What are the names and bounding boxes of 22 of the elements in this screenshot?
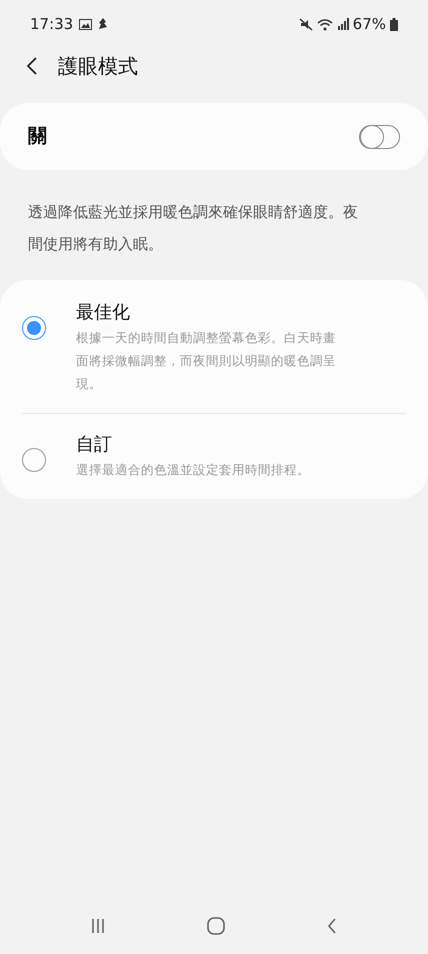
mute-icon: [298, 18, 313, 30]
status-time: 17:33: [30, 14, 74, 35]
recent-apps-icon[interactable]: [91, 918, 105, 934]
back-icon[interactable]: [26, 56, 38, 76]
switch-label: 關: [28, 124, 47, 150]
option-title: 自訂: [76, 433, 113, 457]
radio-button[interactable]: [22, 448, 46, 472]
battery-icon: [390, 18, 398, 30]
home-icon[interactable]: [207, 917, 225, 935]
switch-card[interactable]: 關: [0, 103, 428, 170]
toggle-switch[interactable]: [359, 124, 400, 148]
option-subtitle: 選擇最適合的色溫並設定套用時間排程。: [76, 461, 311, 479]
option-subtitle: 根據一天的時間自動調整螢幕色彩。白天時畫面將採微幅調整，而夜間則以明顯的暖色調呈現。: [76, 329, 337, 393]
option-title: 最佳化: [76, 301, 131, 325]
battery-percent: 67%: [352, 14, 386, 35]
radio-button[interactable]: [22, 316, 46, 340]
notification-icon: [98, 18, 108, 30]
signal-icon: [336, 18, 349, 30]
page-title: 護眼模式: [58, 53, 138, 80]
description-text: 透過降低藍光並採用暖色調來確保眼睛舒適度。夜間使用將有助入眠。: [28, 202, 359, 255]
wifi-icon: [316, 18, 333, 30]
image-icon: [79, 18, 92, 30]
